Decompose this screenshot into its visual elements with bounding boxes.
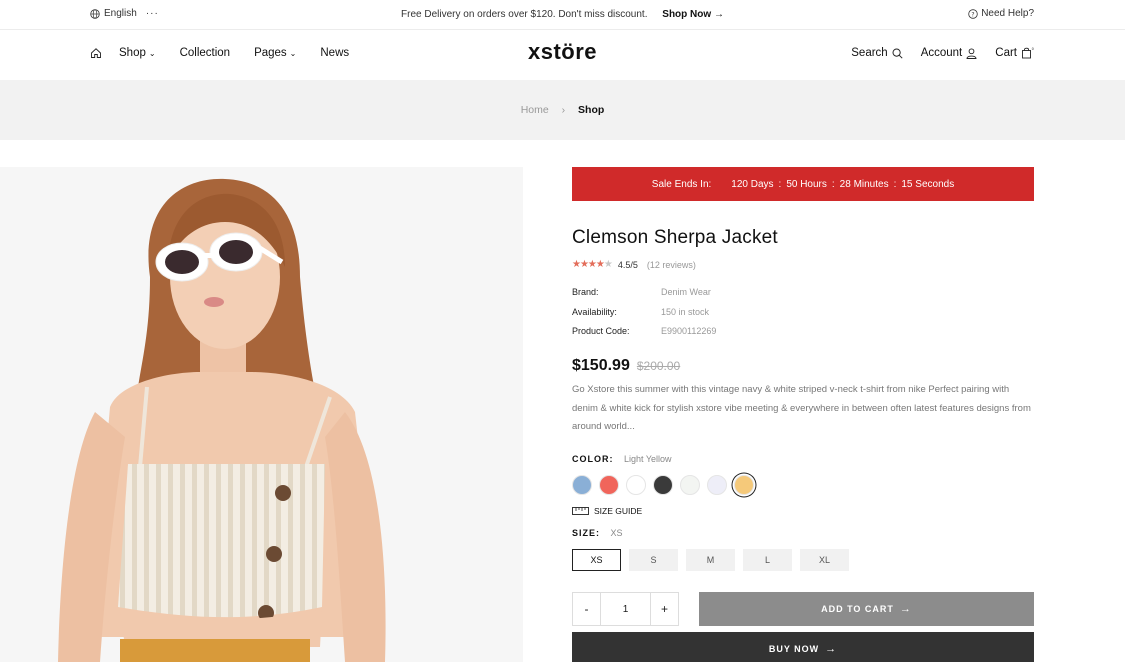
product-code-value: E9900112269 [661, 326, 717, 336]
quantity-stepper: - 1 + [572, 592, 679, 626]
breadcrumb-home[interactable]: Home [521, 104, 549, 116]
product-price: $150.99 $200.00 [572, 357, 680, 375]
cart-count: 0 [1032, 47, 1034, 51]
product-meta: Brand: Denim Wear Availability: 150 in sto… [572, 287, 716, 346]
breadcrumb: Home › Shop [0, 104, 1125, 116]
add-to-cart-label: ADD TO CART [821, 604, 894, 614]
size-guide-link[interactable]: SIZE GUIDE [572, 506, 642, 516]
countdown-seconds: 15 Seconds [901, 178, 955, 190]
product-image[interactable] [0, 167, 523, 662]
color-selector-label: COLOR: Light Yellow [572, 454, 672, 464]
product-title: Clemson Sherpa Jacket [572, 227, 778, 248]
size-options: XS S M L XL [572, 549, 857, 571]
size-option-s[interactable]: S [629, 549, 678, 571]
top-bar: English ··· Free Delivery on orders over… [0, 0, 1125, 30]
size-option-m[interactable]: M [686, 549, 735, 571]
header-actions: Search Account Cart 0 [833, 47, 1034, 59]
breadcrumb-current: Shop [578, 104, 605, 116]
color-swatch[interactable] [626, 475, 646, 495]
product-description: Go Xstore this summer with this vintage … [572, 384, 1031, 432]
size-option-l[interactable]: L [743, 549, 792, 571]
shop-now-link[interactable]: Shop Now → [662, 9, 724, 20]
color-swatch[interactable] [572, 475, 592, 495]
account-button[interactable]: Account [921, 47, 978, 59]
size-label: SIZE: [572, 528, 601, 538]
size-guide-label: SIZE GUIDE [594, 506, 643, 516]
size-option-xl[interactable]: XL [800, 549, 849, 571]
ruler-icon [572, 507, 589, 515]
product-photo [0, 167, 523, 662]
size-value: XS [610, 528, 623, 538]
main-header: Shop ⌄ Collection Pages ⌄ News xstöre Sear… [0, 30, 1125, 80]
countdown-days: 120 Days [731, 178, 774, 190]
color-swatch[interactable] [653, 475, 673, 495]
sale-label: Sale Ends In: [651, 178, 712, 190]
color-swatch[interactable] [734, 475, 754, 495]
size-selector-label: SIZE: XS [572, 528, 623, 538]
size-option-xs[interactable]: XS [572, 549, 621, 571]
star-rating-icon: ★★★★★ [572, 259, 613, 270]
quantity-input[interactable]: 1 [600, 593, 651, 625]
search-button[interactable]: Search [851, 47, 903, 59]
question-icon: ? [968, 8, 978, 19]
user-icon [966, 47, 977, 59]
help-link[interactable]: ? Need Help? [968, 8, 1034, 19]
color-swatch[interactable] [680, 475, 700, 495]
arrow-right-icon: → [713, 9, 724, 20]
countdown-hours: 50 Hours [786, 178, 827, 190]
current-price: $150.99 [572, 357, 630, 374]
reviews-link[interactable]: (12 reviews) [647, 260, 696, 270]
breadcrumb-band: Home › Shop [0, 80, 1125, 140]
product-code-label: Product Code: [572, 326, 630, 336]
availability-value: 150 in stock [661, 306, 710, 317]
promo-text: Free Delivery on orders over $120. Don't… [401, 9, 648, 20]
color-swatch[interactable] [599, 475, 619, 495]
buy-now-label: BUY NOW [768, 644, 820, 654]
availability-label: Availability: [572, 306, 617, 317]
quantity-decrease-button[interactable]: - [573, 593, 600, 625]
color-swatch[interactable] [707, 475, 727, 495]
rating-score: 4.5/5 [617, 259, 638, 270]
color-label: COLOR: [572, 454, 614, 464]
cart-button[interactable]: Cart 0 [995, 47, 1034, 59]
countdown-minutes: 28 Minutes [839, 178, 889, 190]
breadcrumb-separator: › [561, 104, 566, 116]
shopping-bag-icon: 0 [1022, 47, 1034, 59]
color-swatches [572, 475, 761, 495]
sale-countdown: Sale Ends In: 120 Days: 50 Hours: 28 Min… [572, 167, 1034, 201]
brand-value: Denim Wear [661, 287, 711, 297]
color-value: Light Yellow [624, 454, 672, 464]
add-to-cart-button[interactable]: ADD TO CART → [699, 592, 1034, 626]
product-rating: ★★★★★ 4.5/5 (12 reviews) [572, 259, 696, 270]
svg-text:?: ? [972, 11, 975, 18]
arrow-right-icon: → [825, 643, 838, 655]
help-label: Need Help? [981, 8, 1034, 19]
arrow-right-icon: → [899, 603, 912, 615]
promo-banner: Free Delivery on orders over $120. Don't… [0, 9, 1125, 20]
quantity-increase-button[interactable]: + [651, 593, 678, 625]
brand-label: Brand: [572, 287, 599, 297]
buy-now-button[interactable]: BUY NOW → [572, 632, 1034, 662]
search-icon [892, 48, 903, 59]
original-price: $200.00 [636, 359, 681, 373]
